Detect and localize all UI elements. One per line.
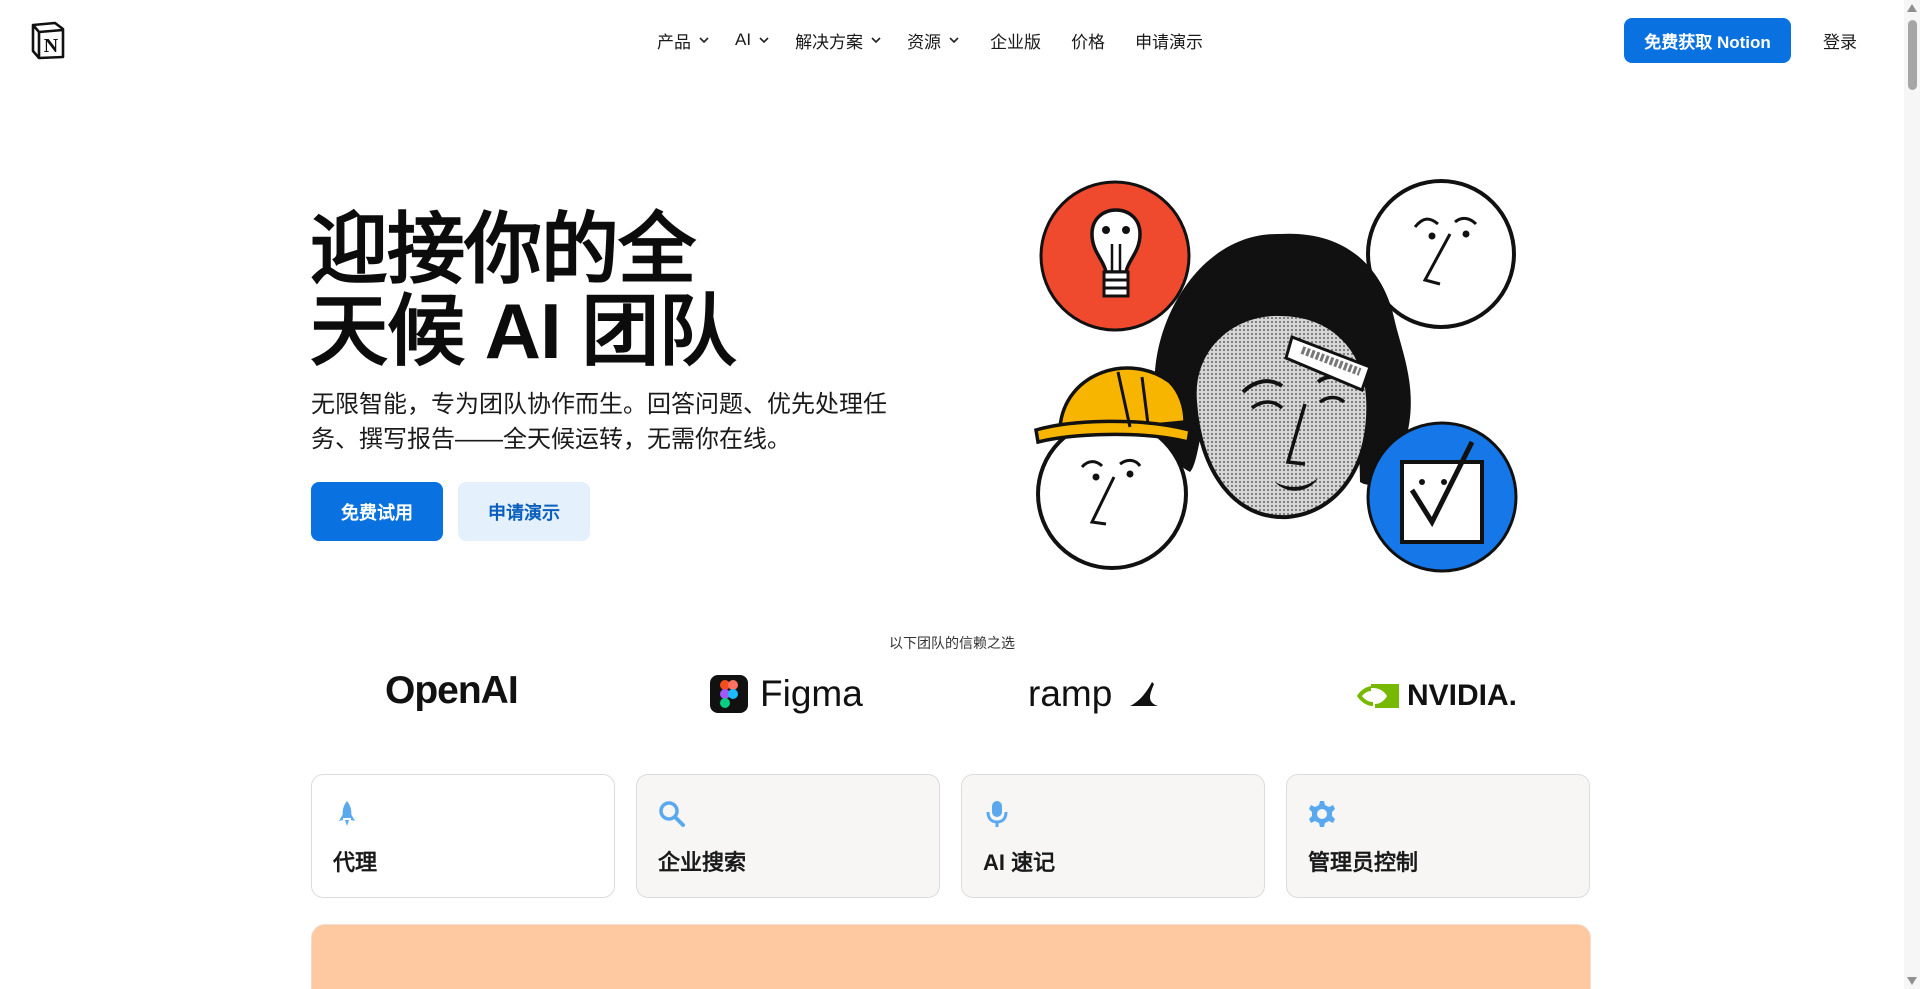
nav-item-label: 价格 bbox=[1071, 32, 1106, 52]
nav-item-label: 申请演示 bbox=[1135, 32, 1204, 52]
rocket-icon bbox=[339, 801, 355, 826]
figma-wordmark: Figma bbox=[760, 673, 863, 714]
feature-card-agents[interactable]: 代理 bbox=[311, 774, 615, 898]
svg-text:N: N bbox=[44, 35, 59, 57]
nav-item-pricing[interactable]: 价格 bbox=[1071, 28, 1105, 53]
microphone-icon bbox=[986, 801, 1008, 827]
chevron-down-icon bbox=[949, 37, 959, 44]
scroll-up-arrow-icon[interactable] bbox=[1907, 4, 1917, 12]
ramp-mark-icon bbox=[1130, 682, 1159, 706]
nav-item-resources[interactable]: 资源 bbox=[907, 28, 960, 53]
figma-icon bbox=[710, 675, 748, 713]
feature-card-ai-meeting-notes[interactable]: AI 速记 bbox=[961, 774, 1265, 898]
feature-card-enterprise-search[interactable]: 企业搜索 bbox=[636, 774, 940, 898]
get-notion-free-button[interactable]: 免费获取 Notion bbox=[1624, 18, 1791, 63]
nav-item-enterprise[interactable]: 企业版 bbox=[990, 28, 1041, 53]
feature-card-label: AI 速记 bbox=[983, 850, 1056, 875]
trusted-label: 以下团队的信赖之选 bbox=[889, 635, 1015, 651]
nav-item-label: 资源 bbox=[907, 32, 942, 52]
nav-item-request-demo[interactable]: 申请演示 bbox=[1135, 28, 1203, 53]
hero-title: 迎接你的全 天候 AI 团队 bbox=[310, 205, 736, 375]
main-nav: 产品 AI 解决方案 资源 企业版 价格 申请演示 bbox=[657, 28, 1203, 52]
scroll-thumb[interactable] bbox=[1908, 20, 1917, 90]
nav-item-ai[interactable]: AI bbox=[735, 30, 770, 50]
nav-item-label: 企业版 bbox=[990, 32, 1042, 52]
hero-illustration bbox=[1034, 179, 1518, 573]
nvidia-logo: NVIDIA. bbox=[1355, 679, 1517, 713]
free-trial-button[interactable]: 免费试用 bbox=[311, 482, 443, 541]
login-link[interactable]: 登录 bbox=[1823, 28, 1857, 53]
nav-item-label: 产品 bbox=[657, 32, 691, 52]
request-demo-button[interactable]: 申请演示 bbox=[458, 482, 590, 541]
feature-card-label: 企业搜索 bbox=[658, 850, 747, 875]
ramp-logo: ramp bbox=[1028, 673, 1164, 715]
nvidia-wordmark: NVIDIA. bbox=[1407, 679, 1518, 712]
hardhat-face-icon bbox=[1034, 366, 1192, 570]
scrollbar[interactable] bbox=[1904, 0, 1920, 989]
customer-logos: OpenAI Figma ramp NVIDIA. bbox=[310, 665, 1590, 725]
scroll-down-arrow-icon[interactable] bbox=[1907, 977, 1917, 985]
nav-item-product[interactable]: 产品 bbox=[657, 28, 710, 53]
hero-subtitle: 无限智能，专为团队协作而生。回答问题、优先处理任务、撰写报告——全天候运转，无需… bbox=[311, 391, 887, 453]
chevron-down-icon bbox=[699, 37, 709, 44]
site-header: N 产品 AI 解决方案 资源 企业版 价格 申请演示 免费获取 Notion … bbox=[0, 0, 1904, 80]
gear-icon bbox=[1309, 801, 1335, 827]
hero-title-line: 迎接你的全 bbox=[310, 205, 696, 293]
search-icon bbox=[659, 801, 685, 827]
checkbox-icon bbox=[1366, 421, 1518, 573]
figma-logo: Figma bbox=[710, 673, 863, 715]
nav-item-label: AI bbox=[735, 30, 752, 49]
nav-item-label: 解决方案 bbox=[795, 32, 864, 52]
nvidia-eye-icon bbox=[1355, 680, 1401, 712]
openai-logo: OpenAI bbox=[385, 669, 519, 712]
chevron-down-icon bbox=[871, 37, 881, 44]
feature-preview-panel bbox=[311, 924, 1591, 989]
lightbulb-icon bbox=[1039, 180, 1191, 332]
feature-card-admin-controls[interactable]: 管理员控制 bbox=[1286, 774, 1590, 898]
feature-card-label: 管理员控制 bbox=[1308, 850, 1419, 875]
hero-title-line: 天候 AI 团队 bbox=[310, 287, 736, 375]
ramp-wordmark: ramp bbox=[1028, 673, 1113, 714]
chevron-down-icon bbox=[759, 37, 769, 44]
nav-item-solutions[interactable]: 解决方案 bbox=[795, 28, 882, 53]
feature-card-label: 代理 bbox=[333, 850, 378, 875]
notion-logo[interactable]: N bbox=[29, 20, 67, 60]
